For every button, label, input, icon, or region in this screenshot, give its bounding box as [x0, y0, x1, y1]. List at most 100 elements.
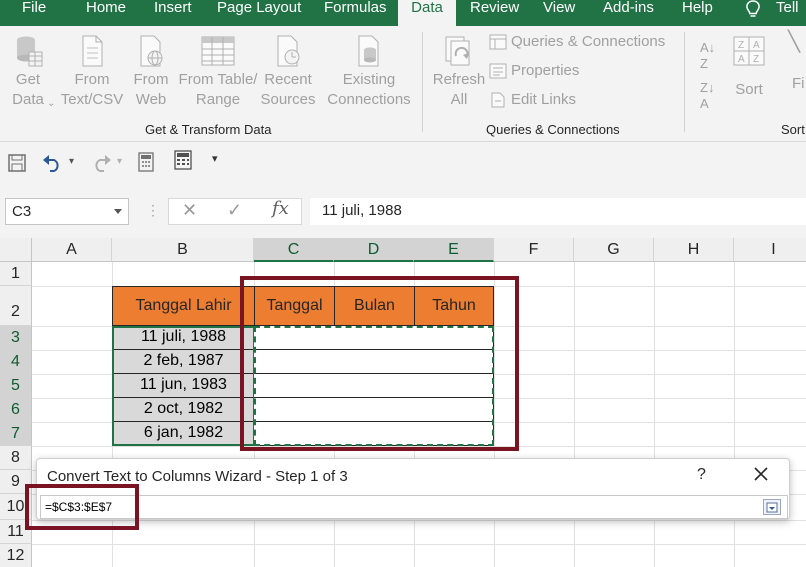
- cell-c7[interactable]: [254, 422, 335, 446]
- cell-e2-header[interactable]: Tahun: [414, 286, 494, 326]
- sort-button[interactable]: Z A A Z Sort: [729, 34, 769, 100]
- properties-button[interactable]: Properties: [489, 61, 579, 81]
- edit-links-button[interactable]: Edit Links: [489, 90, 576, 110]
- cell-e4[interactable]: [414, 350, 494, 374]
- vertical-dots-icon[interactable]: ⋮: [146, 202, 160, 219]
- refresh-all-label-1: Refresh: [432, 71, 486, 88]
- cell-c4[interactable]: [254, 350, 335, 374]
- tab-home[interactable]: Home: [86, 0, 126, 26]
- recent-sources-button[interactable]: Recent Sources: [260, 34, 316, 110]
- undo-dropdown-icon[interactable]: ▾: [69, 156, 74, 167]
- cell-b3[interactable]: 11 juli, 1988: [112, 326, 255, 350]
- close-icon[interactable]: [751, 464, 771, 484]
- column-header-i[interactable]: I: [734, 238, 806, 262]
- column-header-d[interactable]: D: [334, 238, 414, 262]
- row-header-8[interactable]: 8: [0, 446, 32, 470]
- enter-check-icon[interactable]: ✓: [227, 200, 242, 221]
- cell-b7[interactable]: 6 jan, 1982: [112, 422, 255, 446]
- row-header-2[interactable]: 2: [0, 286, 32, 326]
- name-box[interactable]: C3: [5, 198, 129, 225]
- dialog-title: Convert Text to Columns Wizard - Step 1 …: [47, 468, 348, 485]
- cell-d4[interactable]: [334, 350, 415, 374]
- undo-icon[interactable]: [42, 154, 64, 172]
- column-header-c[interactable]: C: [254, 238, 334, 262]
- cell-d3[interactable]: [334, 326, 415, 350]
- insert-function-icon[interactable]: fx: [272, 198, 289, 219]
- cell-e3[interactable]: [414, 326, 494, 350]
- column-header-g[interactable]: G: [574, 238, 654, 262]
- cell-e7[interactable]: [414, 422, 494, 446]
- cell-b2-header[interactable]: Tanggal Lahir: [112, 286, 255, 326]
- tab-formulas[interactable]: Formulas: [324, 0, 387, 26]
- row-header-10[interactable]: 10: [0, 494, 32, 520]
- cell-d2-header[interactable]: Bulan: [334, 286, 415, 326]
- column-header-e[interactable]: E: [414, 238, 494, 262]
- cell-c6[interactable]: [254, 398, 335, 422]
- cell-c5[interactable]: [254, 374, 335, 398]
- column-header-h[interactable]: H: [654, 238, 734, 262]
- queries-connections-label: Queries & Connections: [511, 33, 666, 50]
- row-header-7[interactable]: 7: [0, 422, 32, 446]
- text-to-columns-dialog: Convert Text to Columns Wizard - Step 1 …: [36, 458, 790, 520]
- filter-icon[interactable]: ╲: [788, 32, 800, 52]
- cell-e6[interactable]: [414, 398, 494, 422]
- range-reference-value: =$C$3:$E$7: [45, 500, 113, 514]
- column-header-f[interactable]: F: [494, 238, 574, 262]
- formula-input[interactable]: 11 juli, 1988: [310, 198, 806, 225]
- tab-help[interactable]: Help: [682, 0, 713, 26]
- row-header-4[interactable]: 4: [0, 350, 32, 374]
- cell-b6[interactable]: 2 oct, 1982: [112, 398, 255, 422]
- chevron-down-icon[interactable]: [114, 209, 122, 214]
- range-reference-input[interactable]: =$C$3:$E$7: [40, 495, 788, 519]
- cell-b5[interactable]: 11 jun, 1983: [112, 374, 255, 398]
- cell-b4[interactable]: 2 feb, 1987: [112, 350, 255, 374]
- tab-page-layout[interactable]: Page Layout: [217, 0, 301, 26]
- row-header-9[interactable]: 9: [0, 470, 32, 494]
- save-icon[interactable]: [8, 154, 26, 172]
- row-header-1[interactable]: 1: [0, 262, 32, 286]
- cell-c2-header[interactable]: Tanggal: [254, 286, 335, 326]
- calculator-icon[interactable]: [138, 152, 154, 172]
- existing-connections-button[interactable]: Existing Connections: [327, 34, 411, 110]
- cell-d7[interactable]: [334, 422, 415, 446]
- column-header-b[interactable]: B: [112, 238, 254, 262]
- customize-toolbar-icon[interactable]: ▾: [212, 152, 218, 165]
- from-table-range-button[interactable]: From Table/ Range: [176, 34, 260, 110]
- redo-dropdown-icon[interactable]: ▾: [117, 156, 122, 167]
- row-header-11[interactable]: 11: [0, 520, 32, 544]
- sort-za-icon[interactable]: Z↓ A: [700, 80, 714, 112]
- from-web-button[interactable]: From Web: [131, 34, 171, 110]
- filter-label[interactable]: Fi: [792, 74, 805, 94]
- form-icon[interactable]: [174, 150, 192, 170]
- cell-c3[interactable]: [254, 326, 335, 350]
- tab-add-ins[interactable]: Add-ins: [603, 0, 654, 26]
- tab-insert[interactable]: Insert: [154, 0, 192, 26]
- tell-me-search[interactable]: Tell: [776, 0, 799, 26]
- tab-data[interactable]: Data: [398, 0, 456, 26]
- tab-view[interactable]: View: [543, 0, 575, 26]
- column-header-a[interactable]: A: [32, 238, 112, 262]
- refresh-all-button[interactable]: Refresh All: [432, 34, 486, 110]
- refresh-all-label-2: All: [450, 91, 468, 108]
- get-data-button[interactable]: Get Data: [8, 34, 48, 110]
- cancel-x-icon[interactable]: ✕: [182, 200, 197, 221]
- tab-review[interactable]: Review: [470, 0, 519, 26]
- row-header-6[interactable]: 6: [0, 398, 32, 422]
- menu-bar: File Home Insert Page Layout Formulas Da…: [0, 0, 806, 26]
- select-all-corner[interactable]: [0, 238, 32, 262]
- get-data-label-1: Get: [15, 71, 41, 88]
- tab-file[interactable]: File: [22, 0, 46, 26]
- from-text-csv-button[interactable]: From Text/CSV: [60, 34, 124, 110]
- cell-e5[interactable]: [414, 374, 494, 398]
- row-header-5[interactable]: 5: [0, 374, 32, 398]
- expand-dialog-icon[interactable]: [763, 499, 781, 515]
- cell-d6[interactable]: [334, 398, 415, 422]
- row-header-3[interactable]: 3: [0, 326, 32, 350]
- queries-connections-button[interactable]: Queries & Connections: [489, 32, 665, 52]
- sort-az-icon[interactable]: A↓ Z: [700, 40, 715, 72]
- lightbulb-icon[interactable]: [744, 0, 762, 20]
- cell-d5[interactable]: [334, 374, 415, 398]
- row-header-12[interactable]: 12: [0, 544, 32, 567]
- help-button[interactable]: ?: [697, 466, 706, 484]
- redo-icon[interactable]: [90, 154, 112, 172]
